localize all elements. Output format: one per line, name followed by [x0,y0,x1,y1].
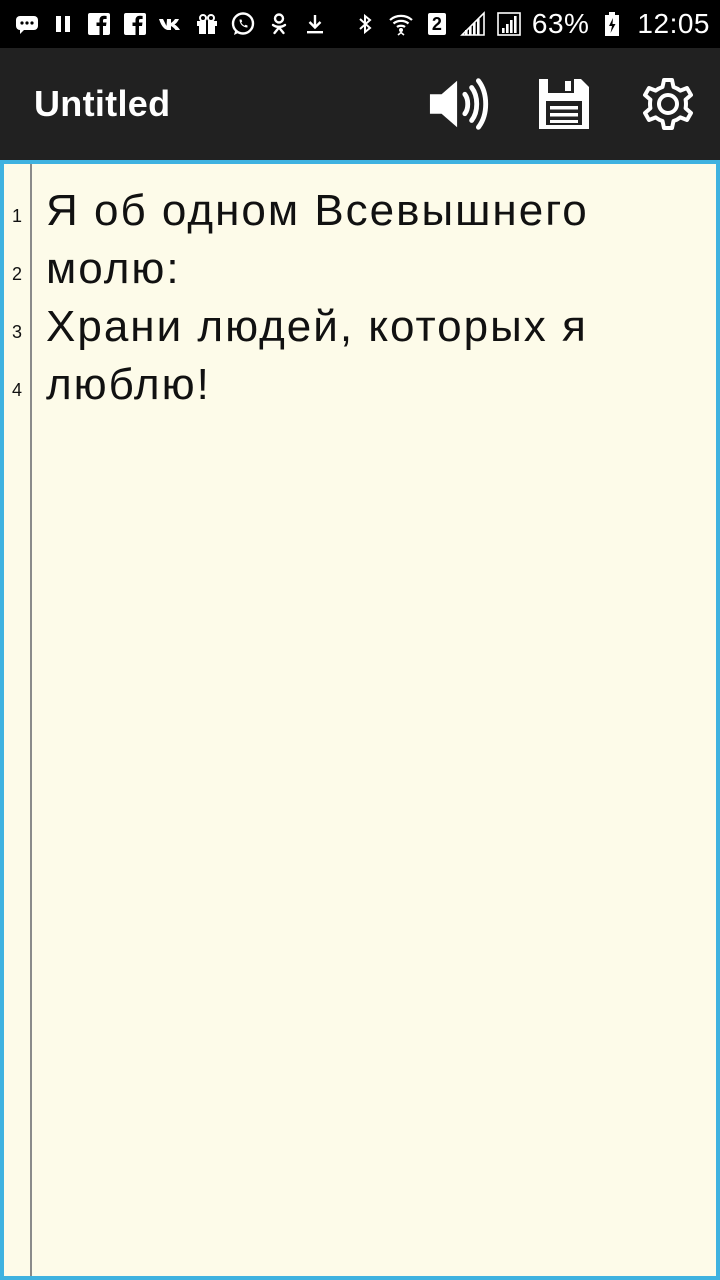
facebook-icon [86,11,112,37]
facebook-icon [122,11,148,37]
wifi-icon [388,11,414,37]
battery-icon [599,11,625,37]
signal-icon [496,11,522,37]
download-icon [302,11,328,37]
bluetooth-icon [352,11,378,37]
line-number: 1 [11,206,22,226]
battery-percent: 63% [531,8,590,39]
line-number: 4 [11,380,22,400]
notification-icons [14,11,328,37]
chat-bubble-icon [14,11,40,37]
odnoklassniki-icon [266,11,292,37]
gift-icon [194,11,220,37]
toolbar-actions [428,48,720,160]
speak-button[interactable] [428,72,492,136]
whatsapp-icon [230,11,256,37]
gear-icon [643,78,693,130]
sim-2-icon: 2 [424,11,450,37]
document-title: Untitled [34,83,171,124]
screen: 2 63% 12:05 Untitled 1 2 3 4 Я об одном … [0,0,720,1280]
save-button[interactable] [532,72,596,136]
app-toolbar: Untitled [0,48,720,160]
speaker-icon [429,78,489,130]
text-editor[interactable]: 1 2 3 4 Я об одном Всевышнего молю: Хран… [0,160,720,1280]
text-line: молю: [46,244,181,293]
save-icon [539,79,589,129]
text-line: Храни людей, которых я [46,302,588,351]
line-number-gutter: 1 2 3 4 [4,164,32,1276]
signal-icon [459,11,486,37]
status-bar: 2 63% 12:05 [0,0,720,48]
system-icons: 2 63% 12:05 [352,8,710,40]
line-number: 3 [11,322,22,342]
line-number: 2 [11,264,22,284]
sim-label: 2 [431,14,442,34]
text-line: люблю! [46,360,211,409]
text-line: Я об одном Всевышнего [46,186,589,235]
settings-button[interactable] [636,72,700,136]
clock: 12:05 [637,8,710,39]
vk-icon [158,11,184,37]
pause-icon [50,11,76,37]
editor-text-area[interactable]: Я об одном Всевышнего молю: Храни людей,… [46,182,706,414]
